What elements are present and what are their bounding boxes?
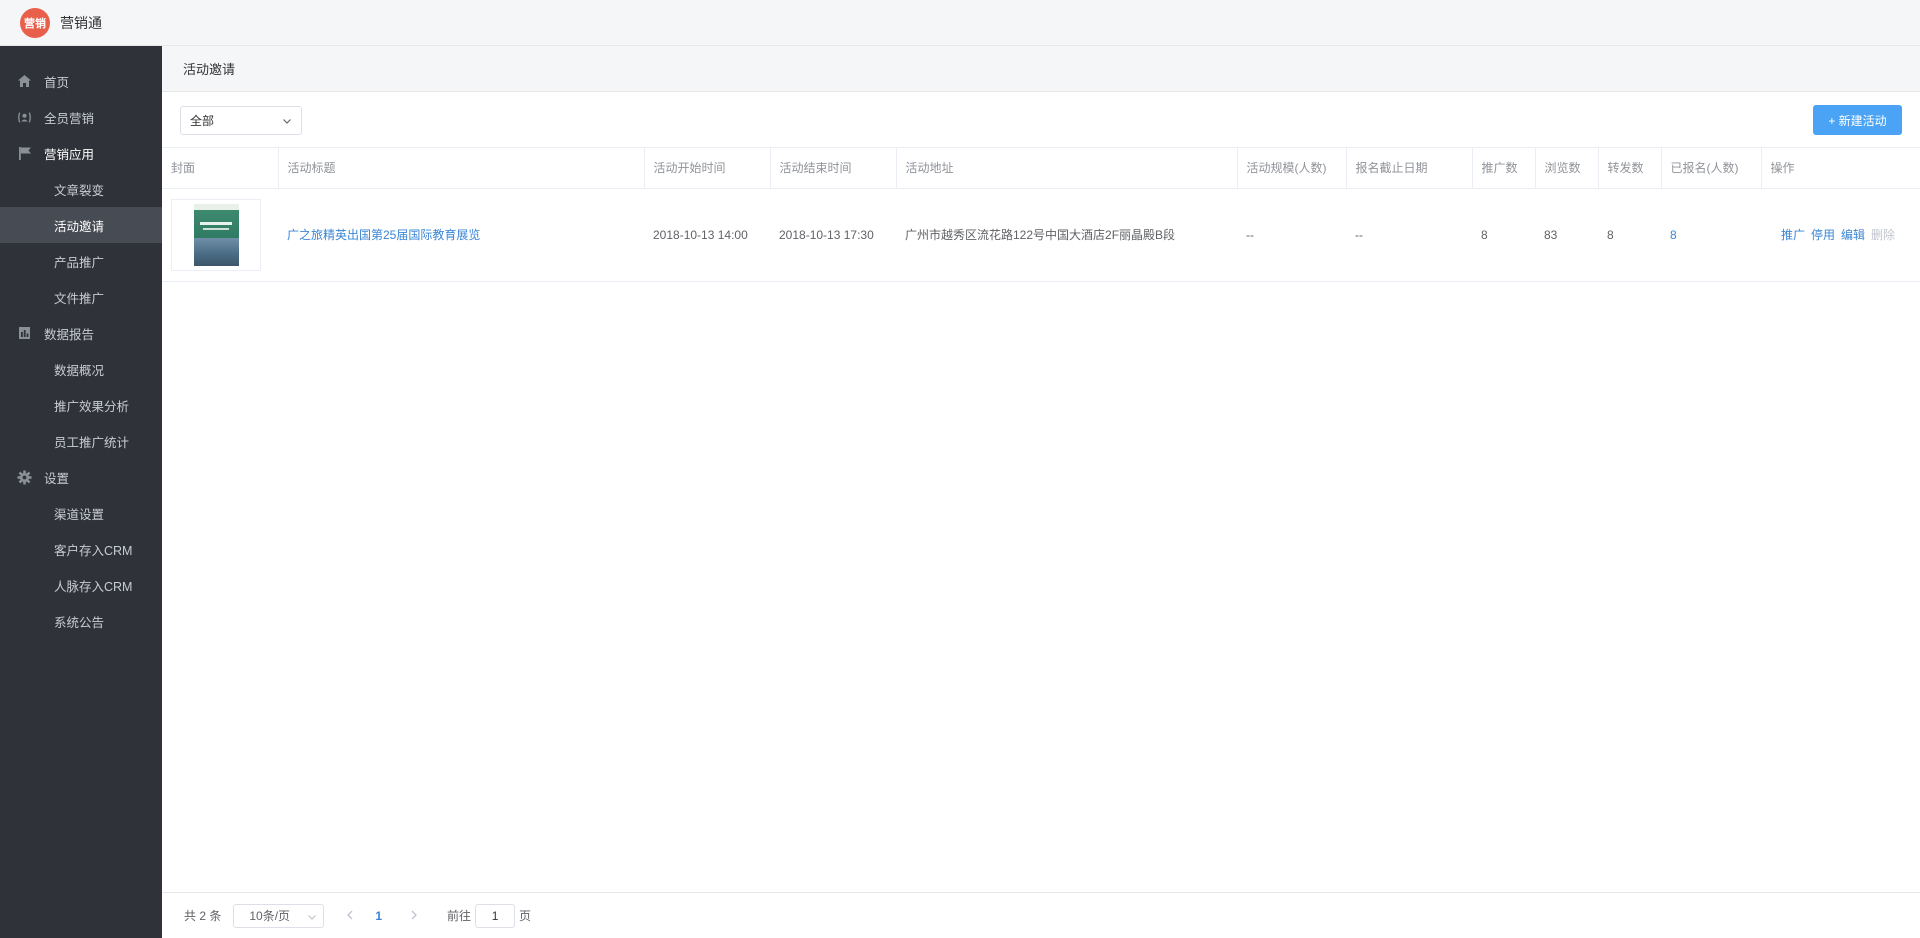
home-icon (17, 74, 32, 89)
chevron-down-icon (307, 911, 317, 925)
page-size-value: 10条/页 (249, 909, 291, 923)
header-deadline: 报名截止日期 (1346, 148, 1473, 189)
header-scale: 活动规模(人数) (1237, 148, 1347, 189)
cell-views: 83 (1535, 188, 1598, 282)
header-start-time: 活动开始时间 (644, 148, 771, 189)
chevron-down-icon (282, 115, 292, 129)
sidebar-item-label: 系统公告 (54, 615, 105, 630)
sidebar-group-label: 营销应用 (44, 147, 95, 162)
next-page-button[interactable] (410, 909, 418, 923)
prev-page-button[interactable] (346, 909, 354, 923)
header-address: 活动地址 (896, 148, 1238, 189)
sidebar-item-label: 产品推广 (54, 255, 105, 270)
cell-forwards: 8 (1598, 188, 1661, 282)
header-promotions: 推广数 (1472, 148, 1536, 189)
pagination-total: 共 2 条 (184, 909, 222, 923)
cell-scale: -- (1237, 188, 1346, 282)
app-title: 营销通 (60, 14, 102, 31)
main-content: 活动邀请 全部 + 新建活动 封面 活动标题 活动开始时间 活动结束时间 活动地… (162, 46, 1920, 938)
sidebar-item-label: 活动邀请 (54, 219, 105, 234)
sidebar-item-label: 员工推广统计 (54, 435, 130, 450)
sidebar-item-promotion-effect[interactable]: 推广效果分析 (0, 387, 162, 423)
sidebar: 首页 全员营销 营销应用 文章裂变 活动邀请 产品推广 文件推广 数据报告 数据… (0, 46, 162, 938)
sidebar-group-data-report[interactable]: 数据报告 (0, 315, 162, 351)
registered-count-link[interactable]: 8 (1670, 228, 1677, 242)
flag-icon (17, 146, 32, 161)
sidebar-item-customer-to-crm[interactable]: 客户存入CRM (0, 531, 162, 567)
cell-title: 广之旅精英出国第25届国际教育展览 (278, 188, 644, 282)
cell-deadline: -- (1346, 188, 1472, 282)
header-registered: 已报名(人数) (1661, 148, 1762, 189)
cover-image (193, 203, 239, 266)
sidebar-group-label: 全员营销 (44, 111, 95, 126)
cell-address: 广州市越秀区流花路122号中国大酒店2F丽晶殿B段 (896, 188, 1237, 282)
sidebar-item-label: 客户存入CRM (54, 543, 133, 558)
cell-actions: 推广 停用 编辑 删除 (1761, 188, 1920, 282)
promote-link[interactable]: 推广 (1781, 228, 1805, 242)
goto-label: 前往 (447, 909, 472, 923)
sidebar-item-staff-promotion-stats[interactable]: 员工推广统计 (0, 423, 162, 459)
sidebar-group-label: 首页 (44, 75, 70, 90)
page-header: 活动邀请 (162, 46, 1920, 92)
page-title: 活动邀请 (183, 62, 236, 77)
table-header-row: 封面 活动标题 活动开始时间 活动结束时间 活动地址 活动规模(人数) 报名截止… (162, 148, 1920, 189)
sidebar-item-article-fission[interactable]: 文章裂变 (0, 171, 162, 207)
sidebar-item-label: 文件推广 (54, 291, 105, 306)
sidebar-item-event-invitation[interactable]: 活动邀请 (0, 207, 162, 243)
header-views: 浏览数 (1535, 148, 1599, 189)
sidebar-group-marketing-apps[interactable]: 营销应用 (0, 135, 162, 171)
activity-table: 封面 活动标题 活动开始时间 活动结束时间 活动地址 活动规模(人数) 报名截止… (162, 148, 1920, 282)
header-cover: 封面 (162, 148, 279, 189)
delete-link: 删除 (1871, 228, 1896, 242)
header-actions: 操作 (1761, 148, 1920, 189)
sidebar-group-home[interactable]: 首页 (0, 63, 162, 99)
toolbar: 全部 + 新建活动 (162, 92, 1920, 148)
report-icon (17, 326, 32, 341)
sidebar-item-label: 人脉存入CRM (54, 579, 133, 594)
cell-registered: 8 (1661, 188, 1761, 282)
logo-text: 营销 (24, 17, 46, 30)
goto-suffix: 页 (519, 909, 532, 923)
sidebar-item-channel-settings[interactable]: 渠道设置 (0, 495, 162, 531)
sidebar-group-settings[interactable]: 设置 (0, 459, 162, 495)
cell-start-time: 2018-10-13 14:00 (644, 188, 770, 282)
sidebar-item-data-overview[interactable]: 数据概况 (0, 351, 162, 387)
top-bar: 营销 营销通 (0, 0, 1920, 46)
header-forwards: 转发数 (1598, 148, 1662, 189)
sidebar-item-system-notice[interactable]: 系统公告 (0, 603, 162, 639)
edit-link[interactable]: 编辑 (1841, 228, 1865, 242)
status-filter-select[interactable]: 全部 (180, 106, 302, 135)
sidebar-item-product-promotion[interactable]: 产品推广 (0, 243, 162, 279)
sidebar-group-label: 数据报告 (44, 327, 95, 342)
sidebar-item-label: 推广效果分析 (54, 399, 130, 414)
gear-icon (17, 470, 32, 485)
disable-link[interactable]: 停用 (1811, 228, 1835, 242)
page-number-current[interactable]: 1 (375, 909, 382, 923)
sidebar-item-contacts-to-crm[interactable]: 人脉存入CRM (0, 567, 162, 603)
header-end-time: 活动结束时间 (770, 148, 897, 189)
status-filter-value: 全部 (190, 114, 215, 128)
cell-cover (162, 188, 278, 282)
sidebar-item-label: 渠道设置 (54, 507, 105, 522)
page-size-select[interactable]: 10条/页 (233, 903, 325, 928)
people-icon (17, 110, 32, 125)
goto-page-input[interactable]: 1 (475, 903, 516, 928)
sidebar-item-file-promotion[interactable]: 文件推广 (0, 279, 162, 315)
sidebar-group-label: 设置 (44, 471, 70, 486)
cell-end-time: 2018-10-13 17:30 (770, 188, 896, 282)
header-title: 活动标题 (278, 148, 645, 189)
sidebar-item-label: 文章裂变 (54, 183, 105, 198)
app-logo[interactable]: 营销 (20, 7, 50, 38)
activity-title-link[interactable]: 广之旅精英出国第25届国际教育展览 (287, 228, 480, 242)
table-row: 广之旅精英出国第25届国际教育展览 2018-10-13 14:00 2018-… (162, 188, 1920, 282)
cell-promotions: 8 (1472, 188, 1535, 282)
sidebar-group-all-staff-marketing[interactable]: 全员营销 (0, 99, 162, 135)
cover-thumbnail[interactable] (171, 198, 261, 271)
new-activity-button[interactable]: + 新建活动 (1813, 105, 1902, 135)
pagination: 共 2 条 10条/页 1 前往 1 页 (162, 892, 1920, 938)
sidebar-item-label: 数据概况 (54, 363, 105, 378)
